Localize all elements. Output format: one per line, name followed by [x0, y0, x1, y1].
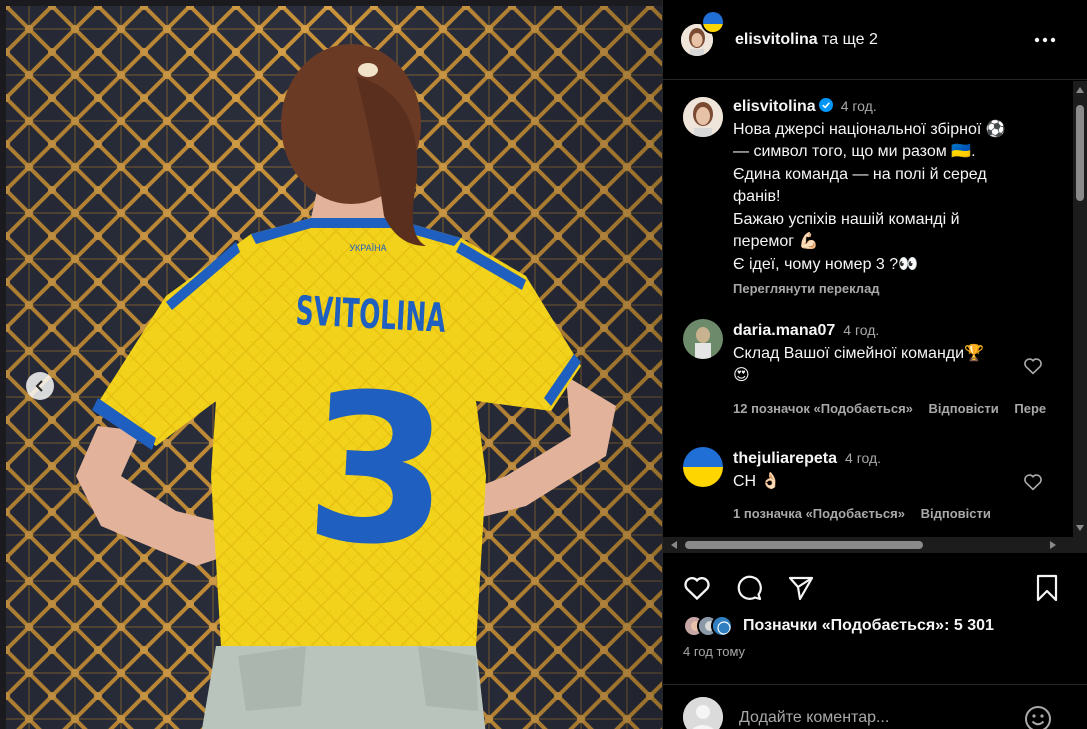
caption-line: Єдина команда — на полі й серед [733, 165, 987, 183]
comment-time[interactable]: 4 год. [845, 450, 881, 466]
caption-line: перемог 💪🏻 [733, 233, 819, 250]
caption-line: Є ідеї, чому номер 3 ?👀 [733, 255, 919, 273]
likes-count[interactable]: Позначки «Подобається»: 5 301 [743, 617, 994, 635]
heart-icon [684, 576, 710, 601]
caption-username[interactable]: elisvitolina [733, 98, 816, 115]
author-avatar[interactable] [681, 9, 725, 56]
liker-avatar[interactable] [711, 615, 733, 637]
jersey-country-text: УКРАЇНА [349, 243, 386, 253]
comment-extra-link[interactable]: Пере [1014, 401, 1046, 416]
caption-line: — символ того, що ми разом 🇺🇦. [733, 143, 976, 160]
comment-like-heart-icon[interactable] [1023, 473, 1043, 491]
like-button[interactable] [681, 572, 713, 604]
scroll-right-arrow-icon[interactable] [1050, 541, 1056, 549]
ukraine-flag-icon [701, 9, 725, 34]
comment-item: daria.mana07 4 год. Склад Вашої сімейної … [683, 319, 1074, 420]
reply-button[interactable]: Відповісти [929, 401, 999, 416]
commenter-username[interactable]: daria.mana07 [733, 322, 835, 339]
verified-badge-icon [818, 98, 833, 112]
chevron-left-icon [35, 380, 43, 392]
commenter-avatar[interactable] [683, 319, 723, 359]
jersey-number-text: 3 [300, 349, 455, 594]
jersey-name-text: SVITOLINA [295, 288, 447, 342]
caption-line: Нова джерсі національної збірної ⚽ [733, 120, 1006, 138]
scroll-up-arrow-icon[interactable] [1076, 87, 1084, 93]
comment-item: thejuliarepeta 4 год. СН 👌🏻 1 позначка «П… [683, 447, 1074, 526]
add-comment-input[interactable] [739, 709, 1009, 727]
carousel-prev-button[interactable] [26, 372, 54, 400]
post-header: elisvitolina та ще 2 [663, 0, 1087, 80]
ukraine-flag-avatar-icon [683, 447, 723, 487]
more-horizontal-icon [1034, 37, 1056, 43]
comment-like-heart-icon[interactable] [1023, 357, 1043, 375]
comment-bubble-icon [737, 575, 762, 601]
post-header-title[interactable]: elisvitolina та ще 2 [735, 31, 878, 49]
caption-line: фанів! [733, 188, 781, 205]
caption-line: Бажаю успіхів нашій команді й [733, 210, 960, 228]
comment-likes-count[interactable]: 12 позначок «Подобається» [733, 401, 913, 416]
add-comment-bar [663, 684, 1087, 729]
comment-button[interactable] [733, 572, 765, 604]
likes-summary: Позначки «Подобається»: 5 301 [683, 612, 994, 640]
horizontal-scroll-thumb[interactable] [685, 541, 923, 549]
more-options-button[interactable] [1033, 28, 1057, 52]
scrollbar-corner [1074, 537, 1087, 553]
commenter-username[interactable]: thejuliarepeta [733, 450, 837, 467]
header-username[interactable]: elisvitolina [735, 31, 818, 48]
share-button[interactable] [785, 572, 817, 604]
vertical-scroll-thumb[interactable] [1076, 105, 1084, 201]
post-timestamp[interactable]: 4 год тому [683, 644, 745, 659]
reply-button[interactable]: Відповісти [921, 506, 991, 521]
save-button[interactable] [1031, 572, 1063, 604]
paper-plane-icon [788, 576, 814, 601]
see-translation-link[interactable]: Переглянути переклад [733, 278, 1073, 301]
commenter-avatar[interactable] [683, 447, 723, 487]
post-caption: elisvitolina 4 год. Нова джерсі національ… [683, 95, 1073, 301]
header-coauthors[interactable]: та ще 2 [818, 31, 878, 48]
bookmark-icon [1036, 574, 1058, 602]
post-side-panel: elisvitolina та ще 2 elisvitolina 4 год. [662, 0, 1087, 729]
vertical-scrollbar[interactable] [1073, 81, 1087, 537]
horizontal-scrollbar[interactable] [663, 537, 1087, 553]
scroll-left-arrow-icon[interactable] [671, 541, 677, 549]
emoji-icon[interactable] [1024, 705, 1052, 729]
post-actions-bar [681, 572, 1071, 604]
caption-author-avatar[interactable] [683, 97, 723, 137]
caption-time[interactable]: 4 год. [841, 98, 877, 114]
current-user-avatar[interactable] [683, 697, 723, 729]
post-photo[interactable]: УКРАЇНА SVITOLINA 3 [0, 0, 662, 729]
comment-time[interactable]: 4 год. [843, 322, 879, 338]
scroll-down-arrow-icon[interactable] [1076, 525, 1084, 531]
default-user-icon [683, 697, 723, 729]
comments-scroll-area[interactable]: elisvitolina 4 год. Нова джерсі національ… [663, 81, 1074, 537]
comment-likes-count[interactable]: 1 позначка «Подобається» [733, 506, 905, 521]
jersey-photo-image: УКРАЇНА SVITOLINA 3 [6, 6, 662, 729]
